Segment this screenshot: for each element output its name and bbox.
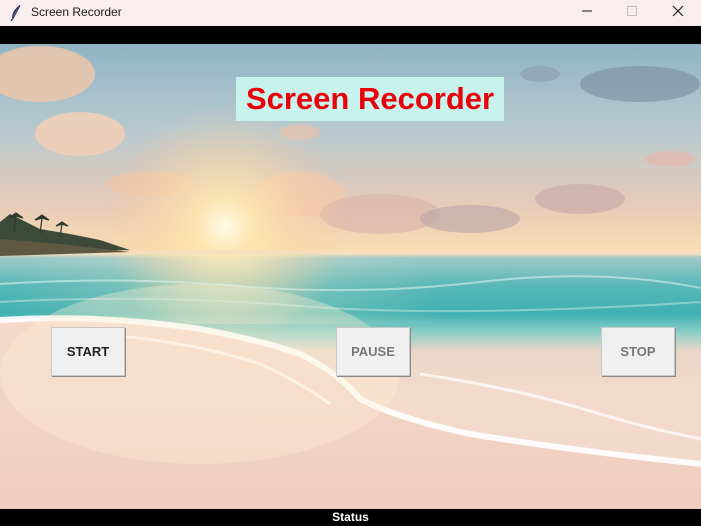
maximize-button[interactable] [609, 0, 655, 26]
minimize-button[interactable] [564, 0, 610, 26]
top-band [0, 26, 701, 44]
status-bar: Status [0, 509, 701, 526]
start-button[interactable]: START [51, 327, 125, 376]
app-window: Screen Recorder Screen Recorder START PA… [0, 0, 701, 526]
minimize-icon [581, 4, 593, 22]
close-icon [672, 4, 684, 22]
page-title: Screen Recorder [236, 77, 504, 121]
pause-button[interactable]: PAUSE [336, 327, 410, 376]
maximize-icon [626, 4, 638, 22]
title-bar[interactable]: Screen Recorder [0, 0, 701, 26]
feather-icon [8, 4, 24, 22]
stop-button[interactable]: STOP [601, 327, 675, 376]
window-title: Screen Recorder [31, 5, 122, 19]
beach-background-image: Screen Recorder [0, 44, 701, 509]
close-button[interactable] [655, 0, 701, 26]
